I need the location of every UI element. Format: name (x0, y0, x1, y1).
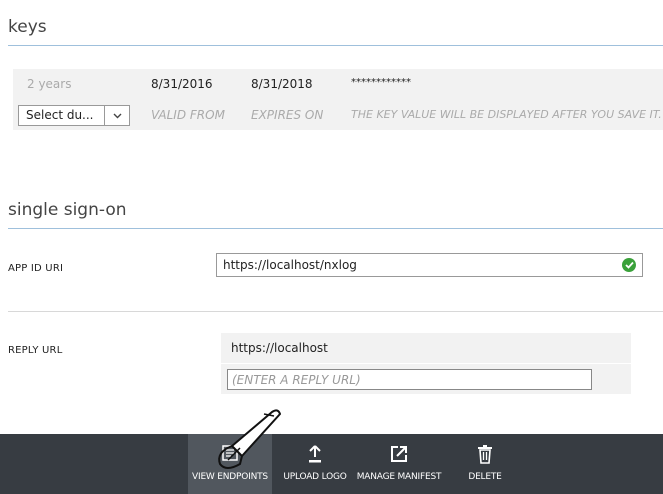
sso-title-rule (8, 228, 663, 229)
upload-logo-button[interactable]: UPLOAD LOGO (280, 434, 350, 494)
key-value-masked: ************ (351, 77, 411, 88)
reply-url-label: REPLY URL (8, 345, 63, 356)
reply-url-value: https://localhost (231, 341, 328, 355)
header-expires-on: EXPIRES ON (251, 108, 324, 122)
reply-url-input[interactable]: (ENTER A REPLY URL) (227, 369, 592, 390)
check-circle-icon (622, 258, 636, 272)
header-valid-from: VALID FROM (151, 108, 225, 122)
sso-section-title: single sign-on (8, 200, 127, 220)
key-duration: 2 years (27, 77, 72, 91)
app-id-uri-value: https://localhost/nxlog (223, 258, 357, 272)
keys-title-rule (8, 45, 663, 46)
reply-url-placeholder: (ENTER A REPLY URL) (232, 373, 361, 387)
manage-manifest-label: MANAGE MANIFEST (356, 472, 442, 482)
section-divider (8, 311, 663, 312)
upload-logo-label: UPLOAD LOGO (283, 472, 347, 482)
reply-url-item[interactable]: https://localhost (221, 333, 631, 363)
delete-label: DELETE (468, 472, 502, 482)
reply-url-new-row: (ENTER A REPLY URL) (221, 364, 631, 394)
delete-button[interactable]: DELETE (460, 434, 510, 494)
command-bar: VIEW ENDPOINTS UPLOAD LOGO MANAGE MANIFE… (0, 434, 663, 494)
manage-manifest-button[interactable]: MANAGE MANIFEST (355, 434, 443, 494)
duration-select-value: Select du... (26, 108, 94, 122)
app-id-uri-input[interactable]: https://localhost/nxlog (216, 253, 643, 277)
external-link-icon (389, 444, 409, 467)
header-key-value: THE KEY VALUE WILL BE DISPLAYED AFTER YO… (351, 108, 662, 121)
upload-icon (306, 444, 324, 467)
key-expires-on: 8/31/2018 (251, 77, 313, 91)
cursor-icon (212, 406, 284, 478)
duration-select[interactable]: Select du... (18, 105, 130, 126)
chevron-down-icon (104, 106, 129, 125)
key-valid-from: 8/31/2016 (151, 77, 213, 91)
app-id-uri-label: APP ID URI (8, 263, 64, 274)
keys-section-title: keys (8, 17, 47, 37)
trash-icon (477, 444, 493, 467)
